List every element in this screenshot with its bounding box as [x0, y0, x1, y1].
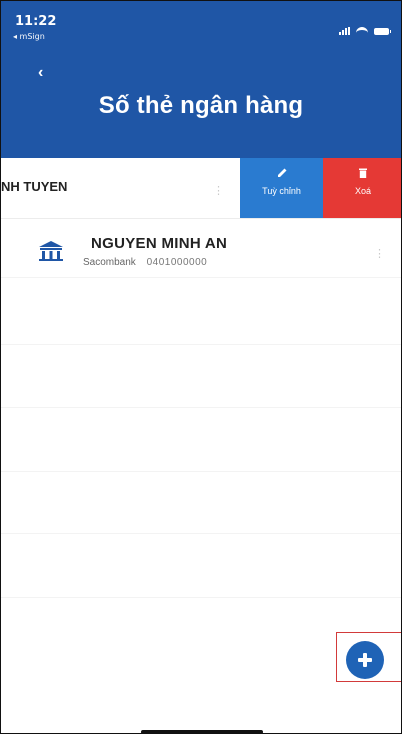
- app-screen: 11:22 ◂ mSign ‹ Số thẻ ngân hàng NH TUYE…: [0, 0, 402, 734]
- back-to-app-link[interactable]: ◂ mSign: [13, 32, 45, 41]
- account-details: Sacombank 0401000000: [83, 257, 207, 268]
- signal-icon: [339, 27, 350, 35]
- system-icons: [339, 27, 391, 35]
- edit-label: Tuỳ chỉnh: [262, 186, 301, 196]
- account-name: NGUYEN MINH AN: [91, 235, 228, 252]
- more-vertical-icon[interactable]: ⋮: [374, 247, 385, 260]
- wifi-icon: [356, 27, 368, 35]
- battery-icon: [374, 27, 391, 35]
- page-title: Số thẻ ngân hàng: [98, 92, 304, 119]
- account-name: NH TUYEN: [1, 179, 68, 194]
- bank-name: Sacombank: [83, 257, 136, 268]
- divider: [1, 597, 401, 598]
- bank-icon: [39, 241, 63, 261]
- divider: [1, 277, 401, 278]
- edit-button[interactable]: Tuỳ chỉnh: [240, 158, 323, 218]
- back-button[interactable]: ‹: [38, 64, 43, 82]
- divider: [1, 533, 401, 534]
- delete-button[interactable]: Xoá: [323, 158, 401, 218]
- divider: [1, 407, 401, 408]
- divider: [1, 344, 401, 345]
- header-bar: 11:22 ◂ mSign ‹ Số thẻ ngân hàng: [1, 1, 401, 158]
- pencil-icon: [277, 168, 286, 177]
- bank-account-row-swiped[interactable]: NH TUYEN ⋮ Tuỳ chỉnh Xoá: [1, 158, 401, 219]
- account-number: 0401000000: [146, 257, 208, 268]
- more-vertical-icon[interactable]: ⋮: [213, 184, 224, 197]
- delete-label: Xoá: [354, 186, 371, 196]
- trash-icon: [359, 168, 367, 178]
- status-time: 11:22: [15, 14, 57, 29]
- add-account-button[interactable]: [346, 641, 384, 679]
- divider: [1, 471, 401, 472]
- home-indicator[interactable]: [141, 730, 263, 733]
- chevron-left-icon: ‹: [38, 64, 44, 81]
